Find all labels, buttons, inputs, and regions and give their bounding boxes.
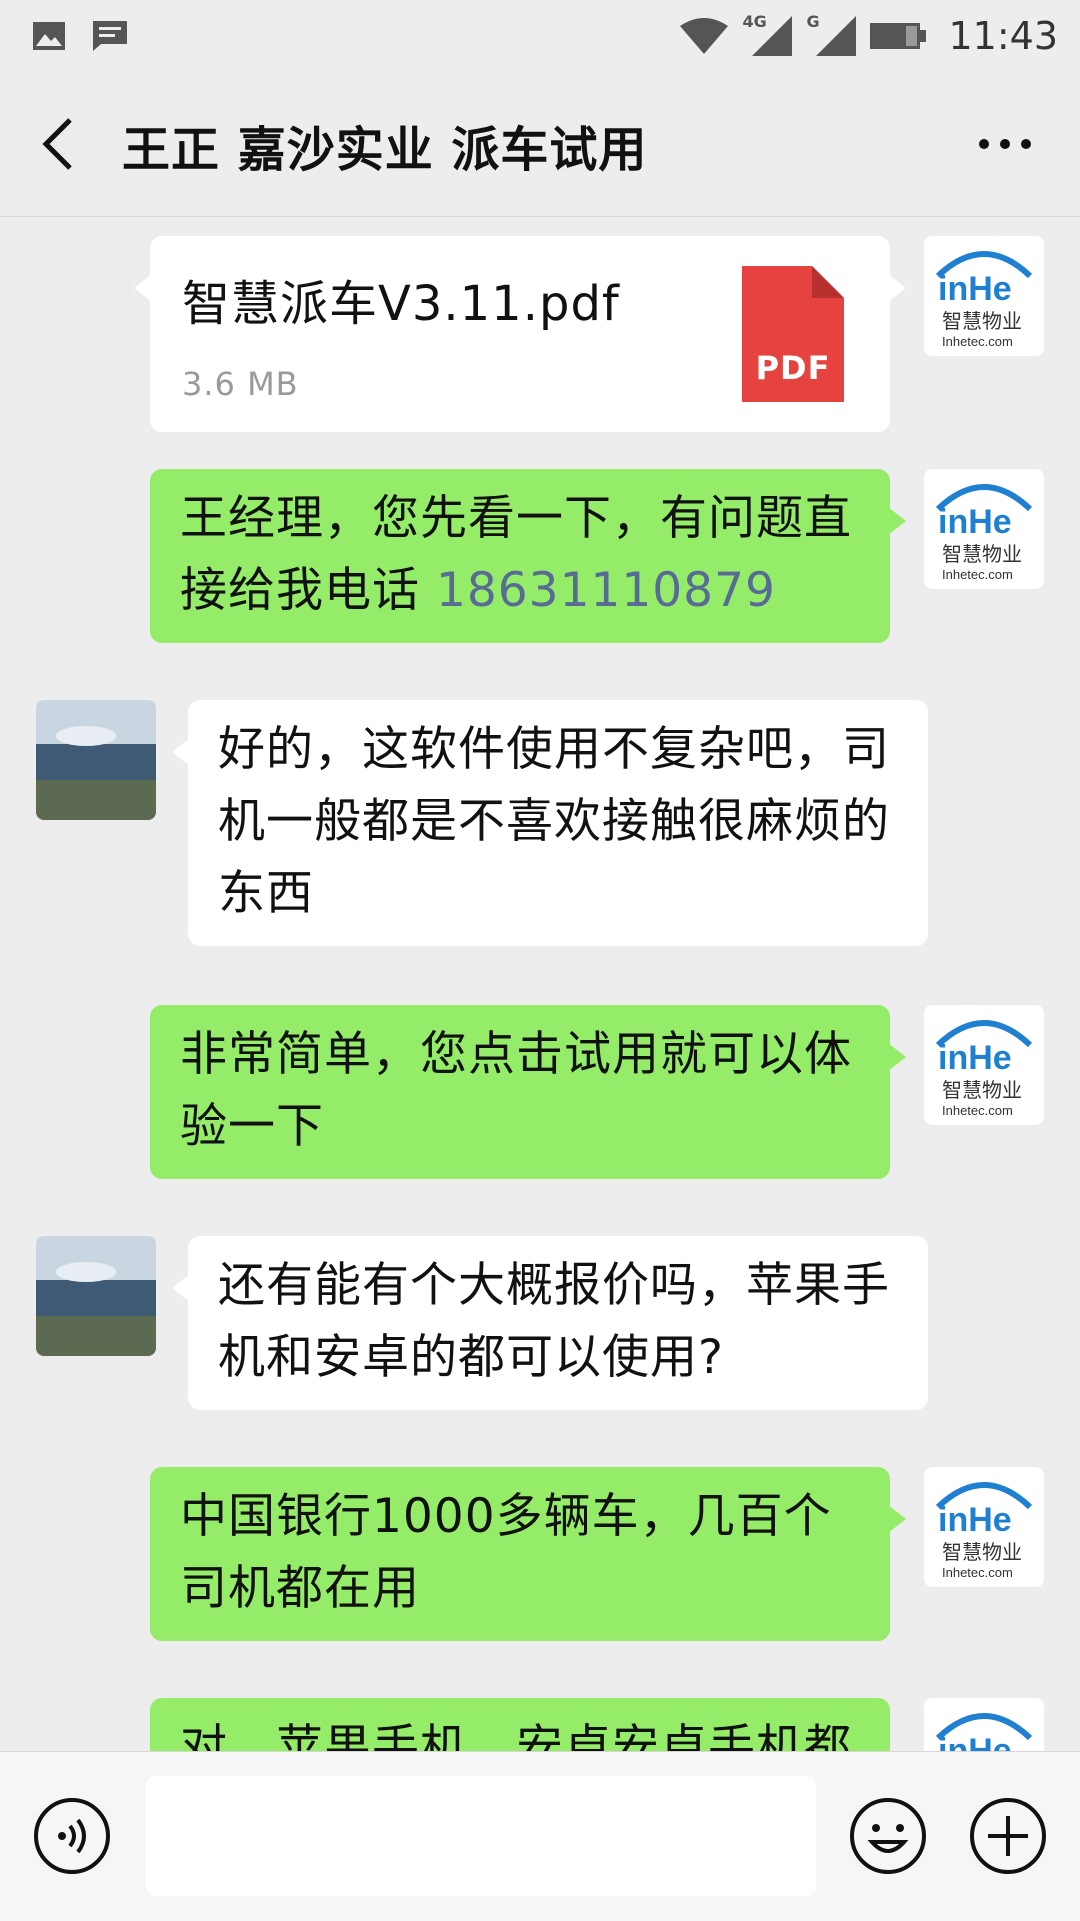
svg-text:Inhetec.com: Inhetec.com <box>942 567 1013 582</box>
svg-text:智慧物业: 智慧物业 <box>942 1078 1022 1102</box>
signal-g-label: G <box>806 12 820 31</box>
svg-text:智慧物业: 智慧物业 <box>942 309 1022 333</box>
svg-text:Inhetec.com: Inhetec.com <box>942 1103 1013 1118</box>
emoji-button[interactable] <box>848 1796 928 1876</box>
battery-icon <box>870 23 927 49</box>
inhe-logo-icon: inHe 智慧物业 Inhetec.com <box>935 1482 1033 1580</box>
pdf-file-icon: PDF <box>742 266 844 402</box>
svg-text:inHe: inHe <box>938 1039 1012 1077</box>
message-bubble-contact[interactable]: 还有能有个大概报价吗，苹果手机和安卓的都可以使用? <box>172 1236 928 1410</box>
message-text: 还有能有个大概报价吗，苹果手机和安卓的都可以使用? <box>218 1258 890 1385</box>
signal-4g-icon: 4G <box>742 12 793 56</box>
inhe-logo-icon: inHe 智慧物业 Inhetec.com <box>935 251 1033 349</box>
chat-title: 王正 嘉沙实业 派车试用 <box>122 122 648 178</box>
svg-text:Inhetec.com: Inhetec.com <box>942 334 1013 349</box>
message-bubble-self[interactable]: 王经理，您先看一下，有问题直接给我电话 18631110879 <box>150 469 906 643</box>
file-name: 智慧派车V3.11.pdf <box>182 276 620 332</box>
message-bubble-self[interactable]: 中国银行1000多辆车，几百个司机都在用 <box>150 1467 906 1641</box>
message-text: 好的，这软件使用不复杂吧，司机一般都是不喜欢接触很麻烦的东西 <box>218 722 890 921</box>
svg-text:智慧物业: 智慧物业 <box>942 1540 1022 1564</box>
avatar-self[interactable]: inHe 智慧物业 Inhetec.com <box>924 1467 1044 1587</box>
message-list[interactable]: 智慧派车V3.11.pdf 3.6 MB PDF inHe 智慧物业 Inhet… <box>0 217 1080 1751</box>
message-input[interactable] <box>146 1776 816 1896</box>
landscape-avatar-icon <box>36 1236 156 1356</box>
message-text: 中国银行1000多辆车，几百个司机都在用 <box>180 1489 832 1616</box>
signal-g-icon: G <box>806 12 857 56</box>
inhe-logo-icon: inHe 智慧物业 Inhetec.com <box>935 1020 1033 1118</box>
status-bar: 4G G 11:43 <box>0 0 1080 72</box>
inhe-logo-icon: inHe 智慧物业 Inhetec.com <box>935 484 1033 582</box>
message-bubble-self[interactable]: 对，苹果手机，安卓安卓手机都 <box>150 1698 890 1751</box>
avatar-self[interactable]: inHe 智慧物业 Inhetec.com <box>924 1698 1044 1751</box>
avatar-self[interactable]: inHe 智慧物业 Inhetec.com <box>924 469 1044 589</box>
message-icon <box>93 21 127 51</box>
svg-text:智慧物业: 智慧物业 <box>942 542 1022 566</box>
pdf-badge: PDF <box>755 349 831 387</box>
landscape-avatar-icon <box>36 700 156 820</box>
file-message[interactable]: 智慧派车V3.11.pdf 3.6 MB PDF <box>134 236 906 432</box>
wifi-icon <box>680 18 729 54</box>
chat-header: 王正 嘉沙实业 派车试用 <box>0 72 1080 217</box>
svg-text:inHe: inHe <box>938 503 1012 541</box>
avatar-self[interactable]: inHe 智慧物业 Inhetec.com <box>924 1005 1044 1125</box>
voice-icon <box>34 1798 110 1874</box>
signal-4g-label: 4G <box>742 12 767 31</box>
emoji-icon <box>850 1798 926 1874</box>
file-size: 3.6 MB <box>182 365 299 403</box>
plus-icon <box>970 1798 1046 1874</box>
voice-button[interactable] <box>32 1796 112 1876</box>
more-button[interactable] <box>970 124 1040 164</box>
message-bubble-self[interactable]: 非常简单，您点击试用就可以体验一下 <box>150 1005 906 1179</box>
status-time: 11:43 <box>948 14 1058 58</box>
svg-text:inHe: inHe <box>938 270 1012 308</box>
avatar-self[interactable]: inHe 智慧物业 Inhetec.com <box>924 236 1044 356</box>
svg-text:Inhetec.com: Inhetec.com <box>942 1565 1013 1580</box>
input-bar <box>0 1751 1080 1921</box>
svg-text:inHe: inHe <box>938 1501 1012 1539</box>
inhe-logo-icon: inHe 智慧物业 Inhetec.com <box>935 1713 1033 1751</box>
avatar-contact[interactable] <box>36 700 156 820</box>
back-arrow-icon <box>42 118 72 170</box>
more-icon <box>979 139 1031 149</box>
message-text: 对，苹果手机，安卓安卓手机都 <box>180 1720 852 1751</box>
back-button[interactable] <box>30 112 90 176</box>
phone-link[interactable]: 18631110879 <box>436 563 776 618</box>
message-text: 非常简单，您点击试用就可以体验一下 <box>180 1027 852 1154</box>
gallery-icon <box>33 22 65 50</box>
svg-text:inHe: inHe <box>938 1732 1012 1751</box>
avatar-contact[interactable] <box>36 1236 156 1356</box>
more-actions-button[interactable] <box>968 1796 1048 1876</box>
message-bubble-contact[interactable]: 好的，这软件使用不复杂吧，司机一般都是不喜欢接触很麻烦的东西 <box>172 700 928 946</box>
